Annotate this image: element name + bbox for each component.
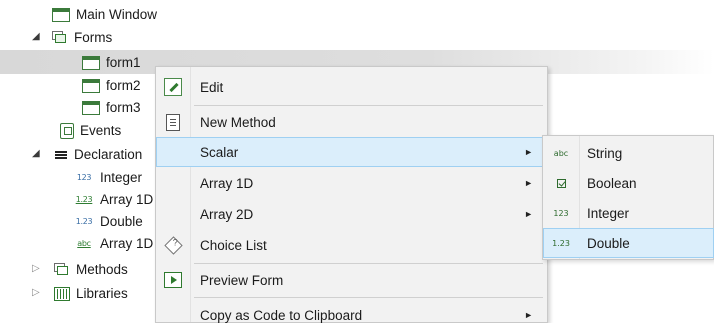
submenu-item-boolean[interactable]: Boolean — [543, 168, 714, 198]
menu-item-edit[interactable]: Edit — [156, 72, 547, 102]
preview-icon — [164, 272, 182, 288]
submenu-item-double[interactable]: 1.23 Double — [543, 228, 714, 258]
menu-item-scalar[interactable]: Scalar ► — [156, 137, 547, 167]
menu-item-label: Array 2D — [200, 206, 254, 222]
tree-item-declarations[interactable]: Declaration — [32, 144, 142, 166]
tree-item-declaration[interactable]: abc Array 1D — [74, 233, 153, 255]
tree-item-libraries[interactable]: Libraries — [32, 283, 128, 305]
submenu-item-label: Integer — [587, 205, 630, 221]
menu-item-label: Copy as Code to Clipboard — [200, 307, 363, 323]
form-icon — [82, 56, 100, 70]
tree-item-label: Double — [100, 214, 143, 229]
submenu-item-label: Boolean — [587, 175, 637, 191]
menu-item-new-method[interactable]: New Method — [156, 107, 547, 137]
form-icon — [82, 101, 100, 115]
collapsed-arrow-icon[interactable] — [32, 288, 42, 299]
integer-type-icon: 123 — [76, 173, 92, 182]
submenu-arrow-icon: ► — [524, 147, 533, 157]
tree-item-label: Declaration — [74, 147, 143, 162]
form-icon — [82, 79, 100, 93]
events-icon — [60, 123, 74, 139]
libraries-icon — [54, 287, 70, 301]
menu-separator — [194, 105, 543, 106]
new-method-icon — [166, 113, 180, 131]
tree-item-label: Events — [80, 123, 122, 138]
submenu-item-integer[interactable]: 123 Integer — [543, 198, 714, 228]
menu-item-copy-as-code[interactable]: Copy as Code to Clipboard ► — [156, 300, 547, 323]
submenu-arrow-icon: ► — [524, 178, 533, 188]
context-menu: Edit New Method Scalar ► Array 1D ► Arra… — [155, 66, 548, 323]
double-array-type-icon: 1.23 — [75, 195, 93, 204]
menu-separator — [194, 297, 543, 298]
double-type-icon: 1.23 — [75, 217, 93, 226]
tree-item-main-window[interactable]: Main Window — [52, 4, 157, 26]
boolean-checkbox-icon — [556, 178, 566, 188]
string-type-icon: abc — [553, 148, 569, 158]
methods-icon — [54, 263, 70, 277]
tree-item-label: form2 — [106, 78, 141, 93]
menu-item-label: Choice List — [200, 237, 267, 253]
tree-item-declaration[interactable]: 1.23 Double — [74, 211, 143, 233]
tree-item-label: form1 — [106, 55, 141, 70]
tree-item-label: Array 1D — [100, 236, 154, 251]
tree-item-label: Libraries — [76, 286, 128, 301]
menu-item-label: Edit — [200, 79, 224, 95]
choice-list-icon — [163, 235, 183, 255]
tree-item-label: Array 1D — [100, 192, 154, 207]
expanded-arrow-icon[interactable] — [32, 32, 42, 43]
submenu-arrow-icon: ► — [524, 209, 533, 219]
tree-item-form2[interactable]: form2 — [82, 75, 141, 97]
double-type-icon: 1.23 — [552, 238, 570, 248]
menu-item-array-2d[interactable]: Array 2D ► — [156, 199, 547, 229]
tree-item-label: Main Window — [76, 7, 158, 22]
integer-type-icon: 123 — [553, 208, 569, 218]
tree-item-label: Integer — [100, 170, 143, 185]
collapsed-arrow-icon[interactable] — [32, 264, 42, 275]
submenu-item-label: String — [587, 145, 623, 161]
menu-item-label: Array 1D — [200, 175, 254, 191]
menu-item-label: Preview Form — [200, 272, 284, 288]
menu-separator — [194, 263, 543, 264]
menu-item-choice-list[interactable]: Choice List — [156, 230, 547, 260]
tree-item-label: form3 — [106, 100, 141, 115]
tree-item-forms[interactable]: Forms — [32, 27, 112, 49]
submenu-item-string[interactable]: abc String — [543, 138, 714, 168]
tree-item-form1[interactable]: form1 — [82, 52, 141, 74]
tree-item-label: Methods — [76, 262, 128, 277]
menu-item-label: Scalar — [200, 144, 239, 160]
expanded-arrow-icon[interactable] — [32, 149, 42, 160]
scalar-submenu: abc String Boolean 123 Integer 1.23 Doub… — [542, 135, 714, 260]
edit-icon — [164, 78, 182, 96]
submenu-item-label: Double — [587, 235, 630, 251]
menu-item-array-1d[interactable]: Array 1D ► — [156, 168, 547, 198]
tree-item-form3[interactable]: form3 — [82, 97, 141, 119]
tree-item-declaration[interactable]: 123 Integer — [74, 167, 142, 189]
menu-item-preview-form[interactable]: Preview Form — [156, 265, 547, 295]
window-icon — [52, 8, 70, 22]
string-array-type-icon: abc — [77, 239, 91, 248]
forms-folder-icon — [52, 31, 68, 45]
tree-item-events[interactable]: Events — [60, 120, 121, 142]
tree-item-declaration[interactable]: 1.23 Array 1D — [74, 189, 154, 211]
menu-item-label: New Method — [200, 114, 276, 130]
submenu-arrow-icon: ► — [524, 310, 533, 320]
tree-item-methods[interactable]: Methods — [32, 259, 128, 281]
declarations-icon — [54, 149, 68, 161]
tree-item-label: Forms — [74, 30, 113, 45]
